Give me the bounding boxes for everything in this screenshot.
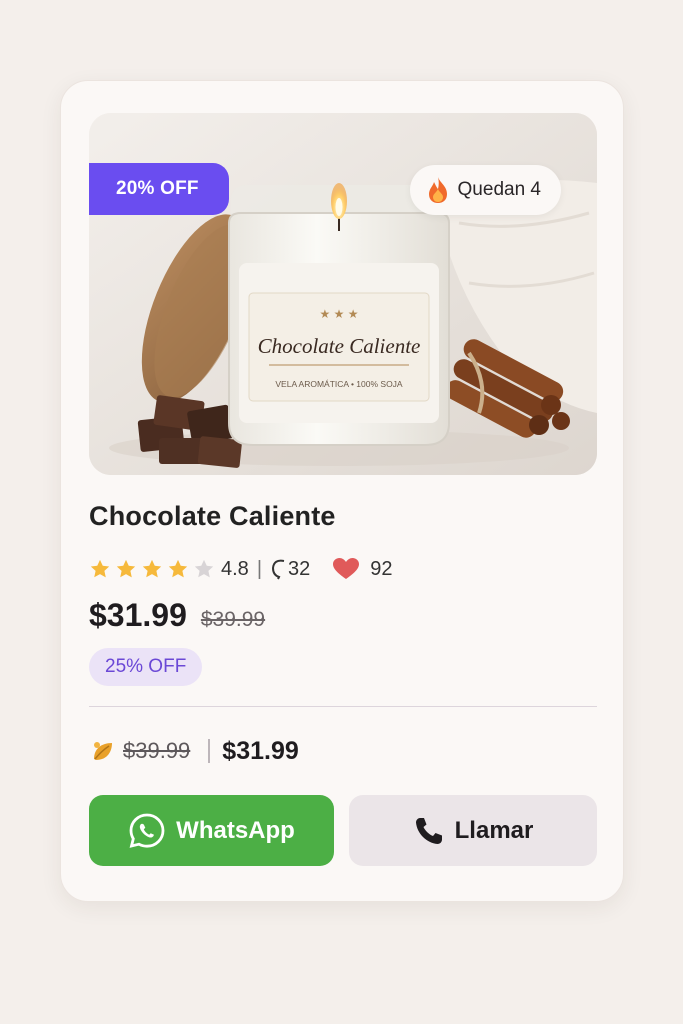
- phone-icon: [415, 817, 442, 844]
- product-card: Chocolate Caliente VELA AROMÁTICA • 100%…: [60, 80, 624, 902]
- rating-value: 4.8: [221, 557, 249, 580]
- star-icon: [168, 559, 188, 578]
- star-icon: [116, 559, 136, 578]
- discount-tab: 20% OFF: [89, 163, 229, 215]
- bundle-price-row: $39.99 $31.99: [91, 735, 299, 767]
- comment-icon: [272, 559, 285, 580]
- stock-badge: Quedan 4: [409, 165, 561, 215]
- star-icon: [142, 559, 162, 578]
- jar-label-title: Chocolate Caliente: [258, 334, 421, 358]
- svg-text:★ ★ ★: ★ ★ ★: [320, 307, 359, 321]
- flame-icon: [428, 177, 447, 203]
- bundle-separator: [208, 739, 211, 763]
- product-image[interactable]: Chocolate Caliente VELA AROMÁTICA • 100%…: [89, 113, 597, 475]
- jar-label-subtitle: VELA AROMÁTICA • 100% SOJA: [275, 379, 403, 389]
- bundle-original-price: $39.99: [123, 738, 191, 763]
- original-price: $39.99: [200, 608, 266, 631]
- like-count: 92: [370, 557, 393, 580]
- star-icon: [90, 559, 110, 578]
- current-price: $31.99: [89, 597, 187, 633]
- leaf-icon: [94, 742, 112, 760]
- price-row: $31.99 $39.99: [89, 597, 265, 634]
- product-title: Chocolate Caliente: [89, 501, 336, 531]
- discount-badge: 25% OFF: [89, 648, 203, 686]
- bundle-price: $31.99: [222, 736, 299, 765]
- whatsapp-button[interactable]: WhatsApp: [89, 795, 334, 866]
- rating-stars: [89, 558, 215, 580]
- heart-icon[interactable]: [332, 557, 360, 581]
- divider: [89, 706, 597, 707]
- call-button[interactable]: Llamar: [349, 795, 597, 866]
- review-count: 32: [288, 557, 311, 580]
- whatsapp-label: WhatsApp: [176, 816, 295, 844]
- whatsapp-icon: [129, 813, 165, 848]
- rating-separator: |: [256, 557, 263, 580]
- rating-row: 4.8 | 32 92: [89, 553, 393, 585]
- star-empty-icon: [194, 559, 214, 578]
- stock-label: Quedan 4: [457, 179, 541, 200]
- call-label: Llamar: [454, 816, 534, 844]
